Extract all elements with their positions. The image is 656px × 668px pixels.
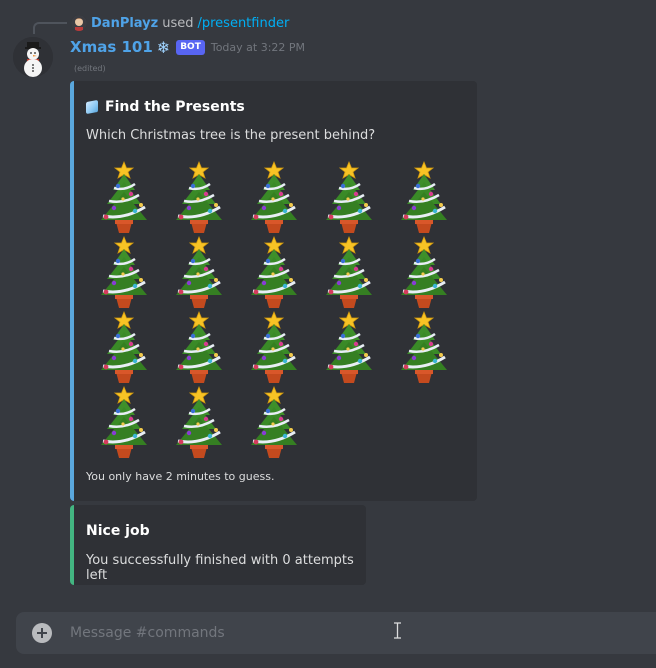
message-timestamp[interactable]: Today at 3:22 PM (211, 41, 305, 54)
nice-job-embed: Nice job You successfully finished with … (70, 505, 366, 585)
christmas-tree-icon (169, 235, 229, 310)
christmas-tree-icon (244, 310, 304, 385)
author-name[interactable]: Xmas 101 (70, 38, 153, 56)
message-composer (16, 612, 656, 654)
snowflake-icon: ❄ (156, 37, 171, 57)
embed-accent-bar (70, 81, 74, 501)
text-cursor-icon (394, 622, 401, 639)
reply-username[interactable]: DanPlayz (91, 16, 158, 31)
christmas-tree-icon (169, 160, 229, 235)
reply-command[interactable]: /presentfinder (197, 16, 289, 31)
christmas-tree-icon (244, 385, 304, 460)
embed-footer: You only have 2 minutes to guess. (86, 470, 275, 483)
embed-accent-bar (70, 505, 74, 585)
bot-badge: BOT (176, 39, 205, 55)
reply-reference[interactable]: DanPlayz used /presentfinder (71, 14, 289, 32)
find-presents-embed: Find the Presents Which Christmas tree i… (70, 81, 477, 501)
reply-used-text: used (162, 15, 194, 31)
christmas-tree-icon (319, 310, 379, 385)
christmas-tree-icon (169, 310, 229, 385)
embed-title-text: Find the Presents (105, 99, 245, 115)
christmas-tree-icon (94, 235, 154, 310)
christmas-tree-icon (244, 160, 304, 235)
reply-connector (33, 22, 67, 34)
plus-circle-icon[interactable] (32, 623, 52, 643)
christmas-tree-icon (244, 235, 304, 310)
christmas-tree-icon (394, 235, 454, 310)
embed-description: You successfully finished with 0 attempt… (86, 553, 354, 583)
message-input[interactable] (70, 625, 570, 641)
embed-description: Which Christmas tree is the present behi… (86, 128, 376, 143)
embed-title: Find the Presents (86, 99, 245, 115)
christmas-tree-icon (94, 160, 154, 235)
snowman-avatar-icon[interactable] (13, 37, 53, 77)
message-header: Xmas 101 ❄ BOT Today at 3:22 PM (70, 36, 305, 58)
christmas-tree-icon (394, 160, 454, 235)
ice-cube-icon (86, 99, 98, 115)
edited-label: (edited) (74, 64, 106, 73)
christmas-tree-icon (319, 160, 379, 235)
christmas-tree-icon (94, 310, 154, 385)
christmas-tree-icon (319, 235, 379, 310)
christmas-tree-icon (169, 385, 229, 460)
christmas-tree-icon (94, 385, 154, 460)
christmas-tree-icon (394, 310, 454, 385)
user-avatar-icon[interactable] (71, 15, 87, 31)
tree-grid (94, 160, 469, 460)
embed-title: Nice job (86, 523, 150, 539)
